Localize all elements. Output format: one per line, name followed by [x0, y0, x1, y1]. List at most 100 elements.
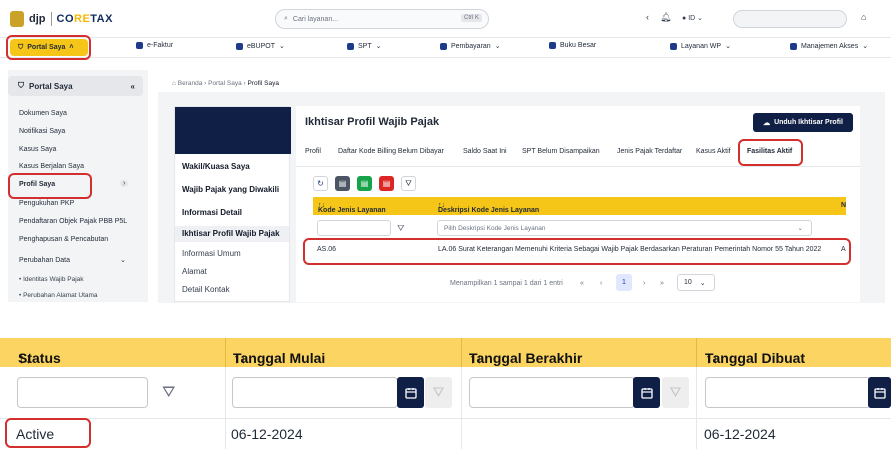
payment-icon — [440, 42, 447, 50]
home-small-icon: ⌂ — [172, 80, 176, 87]
sidebar-item-perubahan[interactable]: Perubahan Data — [19, 257, 70, 264]
clear-filter-icon[interactable]: ⛛ — [401, 176, 416, 191]
filter-icon[interactable]: ⛛ — [162, 384, 175, 402]
sidebar-item-penghapusan[interactable]: Penghapusan & Pencabutan — [19, 236, 108, 243]
menu-informasi-detail: Informasi Detail — [182, 208, 243, 217]
tanggal-berakhir-input[interactable] — [469, 377, 635, 408]
sidebar-item-kasus[interactable]: Kasus Saya — [19, 146, 56, 153]
tab-jenis-pajak[interactable]: Jenis Pajak Terdaftar — [617, 148, 682, 155]
brand-logo[interactable]: djp CORETAX — [10, 11, 113, 27]
sidebar-item-dokumen[interactable]: Dokumen Saya — [19, 110, 67, 117]
sidebar-item-pengukuhan[interactable]: Pengukuhan PKP — [19, 200, 74, 207]
page-1-button[interactable]: 1 — [616, 274, 632, 291]
collapse-icon[interactable]: « — [131, 82, 135, 91]
menu-informasi-umum[interactable]: Informasi Umum — [182, 249, 241, 258]
top-bar: djp CORETAX ⌕ Cari layanan... Ctrl K ‹ 🔔… — [0, 0, 891, 38]
breadcrumb: ⌂ Beranda › Portal Saya › Profil Saya — [172, 80, 279, 87]
pagination-info: Menampilkan 1 sampai 1 dari 1 entri — [450, 280, 563, 287]
calendar-icon[interactable] — [868, 377, 891, 408]
filter-icon[interactable]: ⛛ — [397, 223, 405, 234]
nav-spt[interactable]: SPT ⌄ — [347, 42, 382, 50]
ebupot-icon — [236, 42, 243, 50]
sidebar-item-notifikasi[interactable]: Notifikasi Saya — [19, 128, 65, 135]
access-icon — [790, 42, 797, 50]
highlight-row — [303, 238, 851, 265]
last-page-button[interactable]: » — [660, 280, 664, 287]
chevron-down-icon: ⌄ — [120, 257, 126, 264]
sidebar-header[interactable]: ⛉ Portal Saya « — [8, 76, 143, 96]
tab-spt[interactable]: SPT Belum Disampaikan — [522, 148, 600, 155]
nav-pembayaran[interactable]: Pembayaran ⌄ — [440, 42, 501, 50]
sidebar-item-kasus-berjalan[interactable]: Kasus Berjalan Saya — [19, 163, 84, 170]
export-icon[interactable]: ▤ — [335, 176, 350, 191]
highlight-status — [5, 418, 91, 448]
table-header: Kode Jenis Layanan ↑↓ Deskripsi Kode Jen… — [313, 197, 846, 215]
nav-layanan-wp[interactable]: Layanan WP ⌄ — [670, 42, 731, 50]
sidebar-sub-alamat[interactable]: • Perubahan Alamat Utama — [19, 292, 98, 299]
tab-profil[interactable]: Profil — [305, 148, 321, 155]
page-title: Ikhtisar Profil Wajib Pajak — [305, 116, 440, 128]
tab-saldo[interactable]: Saldo Saat Ini — [463, 148, 507, 155]
col-kode[interactable]: Kode Jenis Layanan ↑↓ — [318, 202, 386, 214]
page-size-select[interactable]: 10 ⌄ — [677, 274, 715, 291]
menu-wakil-kuasa[interactable]: Wakil/Kuasa Saya — [182, 162, 250, 171]
nav-buku-besar[interactable]: Buku Besar — [549, 42, 596, 49]
excel-icon[interactable]: ▤ — [357, 176, 372, 191]
language-select[interactable]: ● ID ⌄ — [682, 14, 703, 22]
nav-ebupot[interactable]: eBUPOT ⌄ — [236, 42, 285, 50]
search-input[interactable]: ⌕ Cari layanan... Ctrl K — [275, 9, 489, 29]
deskripsi-filter-select[interactable]: Pilih Deskripsi Kode Jenis Layanan ⌄ — [437, 220, 812, 236]
clear-filter-icon[interactable]: ⛛ — [662, 377, 689, 408]
tab-kasus-aktif[interactable]: Kasus Aktif — [696, 148, 731, 155]
calendar-icon[interactable] — [397, 377, 424, 408]
chevron-down-icon: ⌄ — [797, 225, 803, 232]
calendar-icon[interactable] — [633, 377, 660, 408]
highlight-tab — [738, 139, 803, 166]
tanggal-dibuat-input[interactable] — [705, 377, 871, 408]
menu-wp-diwakili[interactable]: Wajib Pajak yang Diwakili — [182, 185, 279, 194]
tanggal-mulai-input[interactable] — [232, 377, 398, 408]
shield-icon: ⛉ — [18, 81, 24, 90]
profile-banner — [175, 107, 291, 154]
prev-page-button[interactable]: ‹ — [600, 280, 602, 287]
profile-left-panel: Wakil/Kuasa Saya Wajib Pajak yang Diwaki… — [174, 106, 291, 302]
sidebar-item-pendaftaran[interactable]: Pendaftaran Objek Pajak PBB P5L — [19, 218, 127, 225]
menu-ikhtisar[interactable]: Ikhtisar Profil Wajib Pajak — [175, 226, 289, 242]
next-page-button[interactable]: › — [643, 280, 645, 287]
status-filter-input[interactable] — [17, 377, 148, 408]
nav-manajemen-akses[interactable]: Manajemen Akses ⌄ — [790, 42, 868, 50]
refresh-icon[interactable]: ↻ — [313, 176, 328, 191]
main-nav: e-Faktur eBUPOT ⌄ SPT ⌄ Pembayaran ⌄ Buk… — [0, 38, 891, 58]
brand-djp: djp — [29, 13, 46, 25]
nav-efaktur[interactable]: e-Faktur — [136, 42, 173, 49]
col-deskripsi[interactable]: Deskripsi Kode Jenis Layanan ↑↓ — [438, 202, 539, 214]
zoomed-table: Status ↑↓ Tanggal Mulai ↑↓ Tanggal Berak… — [0, 338, 891, 453]
row-tanggal-dibuat: 06-12-2024 — [704, 426, 776, 442]
cloud-download-icon: ☁ — [763, 119, 771, 127]
pdf-icon[interactable]: ▤ — [379, 176, 394, 191]
search-icon: ⌕ — [284, 15, 288, 22]
tab-billing[interactable]: Daftar Kode Billing Belum Dibayar — [338, 148, 444, 155]
sidebar-sub-identitas[interactable]: • Identitas Wajib Pajak — [19, 276, 84, 283]
menu-detail-kontak[interactable]: Detail Kontak — [182, 285, 230, 294]
spt-icon — [347, 42, 354, 50]
emblem-icon — [10, 11, 24, 27]
highlight-portal — [6, 35, 91, 60]
chevron-left-icon[interactable]: ‹ — [646, 12, 649, 22]
download-button[interactable]: ☁ Unduh Ikhtisar Profil — [753, 113, 853, 132]
kode-filter-input[interactable] — [317, 220, 391, 236]
chevron-down-icon: ⌄ — [699, 279, 706, 287]
first-page-button[interactable]: « — [580, 280, 584, 287]
efaktur-icon — [136, 42, 143, 49]
search-shortcut: Ctrl K — [461, 14, 482, 22]
menu-alamat[interactable]: Alamat — [182, 267, 207, 276]
chevron-right-icon: › — [120, 180, 129, 187]
ledger-icon — [549, 42, 556, 49]
clear-filter-icon[interactable]: ⛛ — [425, 377, 452, 408]
user-profile[interactable] — [733, 10, 847, 28]
bell-icon[interactable]: 🔔︎ — [660, 12, 671, 23]
col-extra[interactable]: N — [841, 202, 846, 209]
highlight-profil — [8, 173, 92, 199]
service-icon — [670, 42, 677, 50]
home-icon[interactable]: ⌂ — [861, 12, 866, 22]
